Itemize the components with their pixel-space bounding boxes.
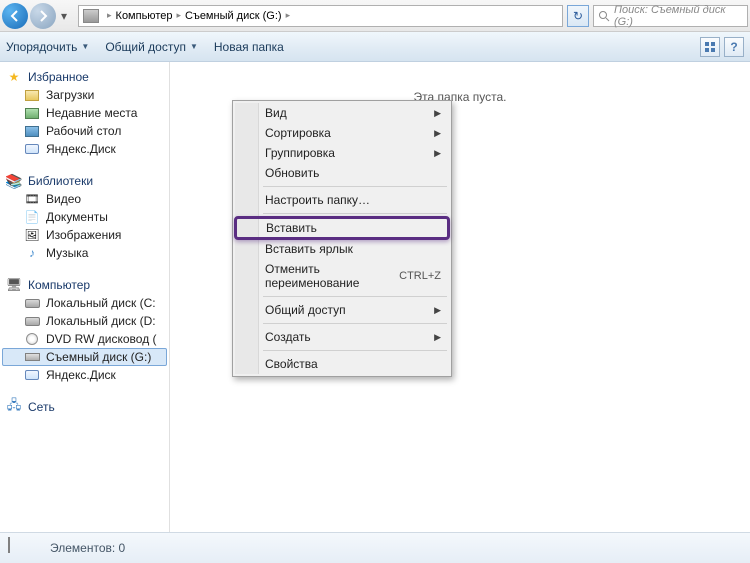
sidebar-item-yandex-drive[interactable]: Яндекс.Диск	[2, 366, 167, 384]
forward-button[interactable]	[30, 3, 56, 29]
hdd-icon	[24, 296, 40, 310]
back-button[interactable]	[2, 3, 28, 29]
submenu-arrow-icon: ▶	[434, 305, 441, 316]
context-menu: Вид ▶ Сортировка ▶ Группировка ▶ Обновит…	[232, 100, 452, 377]
navigation-pane: ★ Избранное Загрузки Недавние места Рабо…	[0, 62, 170, 532]
computer-header[interactable]: 🖥 Компьютер	[2, 276, 167, 294]
menu-separator	[263, 350, 447, 351]
new-folder-button[interactable]: Новая папка	[214, 40, 284, 54]
search-icon	[598, 10, 610, 22]
libraries-header[interactable]: 📚 Библиотеки	[2, 172, 167, 190]
network-header[interactable]: 🖧 Сеть	[2, 398, 167, 416]
disk-icon	[24, 368, 40, 382]
menu-separator	[263, 296, 447, 297]
sidebar-item-video[interactable]: 🎞 Видео	[2, 190, 167, 208]
status-item-count: Элементов: 0	[50, 541, 125, 555]
status-bar: Элементов: 0	[0, 532, 750, 563]
menu-share[interactable]: Общий доступ ▶	[235, 300, 449, 320]
menu-customize[interactable]: Настроить папку…	[235, 190, 449, 210]
chevron-down-icon: ▼	[81, 42, 89, 51]
menu-new[interactable]: Создать ▶	[235, 327, 449, 347]
share-menu[interactable]: Общий доступ ▼	[105, 40, 198, 54]
sidebar-item-music[interactable]: ♪ Музыка	[2, 244, 167, 262]
history-dropdown[interactable]: ▾	[58, 3, 70, 29]
menu-undo-rename[interactable]: Отменить переименование CTRL+Z	[235, 259, 449, 293]
menu-paste[interactable]: Вставить	[234, 216, 450, 240]
submenu-arrow-icon: ▶	[434, 332, 441, 343]
submenu-arrow-icon: ▶	[434, 128, 441, 139]
submenu-arrow-icon: ▶	[434, 108, 441, 119]
computer-icon: 🖥	[6, 278, 22, 292]
sidebar-item-drive-c[interactable]: Локальный диск (С:	[2, 294, 167, 312]
libraries-icon: 📚	[6, 174, 22, 188]
menu-separator	[263, 323, 447, 324]
hdd-icon	[24, 314, 40, 328]
video-icon: 🎞	[24, 192, 40, 206]
sidebar-item-documents[interactable]: 📄 Документы	[2, 208, 167, 226]
toolbar: Упорядочить ▼ Общий доступ ▼ Новая папка…	[0, 32, 750, 62]
chevron-right-icon: ▸	[107, 10, 112, 21]
view-options-button[interactable]	[700, 37, 720, 57]
favorites-header[interactable]: ★ Избранное	[2, 68, 167, 86]
refresh-button[interactable]: ↻	[567, 5, 589, 27]
music-icon: ♪	[24, 246, 40, 260]
folder-icon	[24, 88, 40, 102]
sidebar-item-desktop[interactable]: Рабочий стол	[2, 122, 167, 140]
search-placeholder: Поиск: Съемный диск (G:)	[614, 4, 743, 28]
search-input[interactable]: Поиск: Съемный диск (G:)	[593, 5, 748, 27]
folder-icon	[24, 106, 40, 120]
menu-paste-shortcut[interactable]: Вставить ярлык	[235, 239, 449, 259]
menu-refresh[interactable]: Обновить	[235, 163, 449, 183]
menu-separator	[263, 186, 447, 187]
sidebar-item-removable-g[interactable]: Съемный диск (G:)	[2, 348, 167, 366]
sidebar-item-yandex[interactable]: Яндекс.Диск	[2, 140, 167, 158]
desktop-icon	[24, 124, 40, 138]
usb-icon	[24, 350, 40, 364]
menu-group[interactable]: Группировка ▶	[235, 143, 449, 163]
star-icon: ★	[6, 70, 22, 84]
sidebar-item-images[interactable]: 🖼 Изображения	[2, 226, 167, 244]
organize-menu[interactable]: Упорядочить ▼	[6, 40, 89, 54]
document-icon: 📄	[24, 210, 40, 224]
sidebar-item-dvd[interactable]: DVD RW дисковод (	[2, 330, 167, 348]
menu-separator	[263, 213, 447, 214]
drive-icon	[83, 9, 99, 23]
address-bar: ▾ ▸ Компьютер ▸ Съемный диск (G:) ▸ ↻ По…	[0, 0, 750, 32]
breadcrumb-segment[interactable]: Компьютер	[116, 10, 173, 22]
menu-properties[interactable]: Свойства	[235, 354, 449, 374]
breadcrumb-segment[interactable]: Съемный диск (G:)	[185, 10, 282, 22]
sidebar-item-downloads[interactable]: Загрузки	[2, 86, 167, 104]
network-icon: 🖧	[6, 400, 22, 414]
menu-view[interactable]: Вид ▶	[235, 103, 449, 123]
breadcrumb[interactable]: ▸ Компьютер ▸ Съемный диск (G:) ▸	[78, 5, 563, 27]
chevron-right-icon: ▸	[176, 10, 181, 21]
sidebar-item-recent[interactable]: Недавние места	[2, 104, 167, 122]
chevron-right-icon: ▸	[286, 10, 291, 21]
sidebar-item-drive-d[interactable]: Локальный диск (D:	[2, 312, 167, 330]
image-icon: 🖼	[24, 228, 40, 242]
submenu-arrow-icon: ▶	[434, 148, 441, 159]
help-button[interactable]: ?	[724, 37, 744, 57]
chevron-down-icon: ▼	[190, 42, 198, 51]
disk-icon	[24, 142, 40, 156]
menu-sort[interactable]: Сортировка ▶	[235, 123, 449, 143]
dvd-icon	[24, 332, 40, 346]
drive-icon	[8, 538, 40, 558]
shortcut-label: CTRL+Z	[399, 270, 441, 282]
